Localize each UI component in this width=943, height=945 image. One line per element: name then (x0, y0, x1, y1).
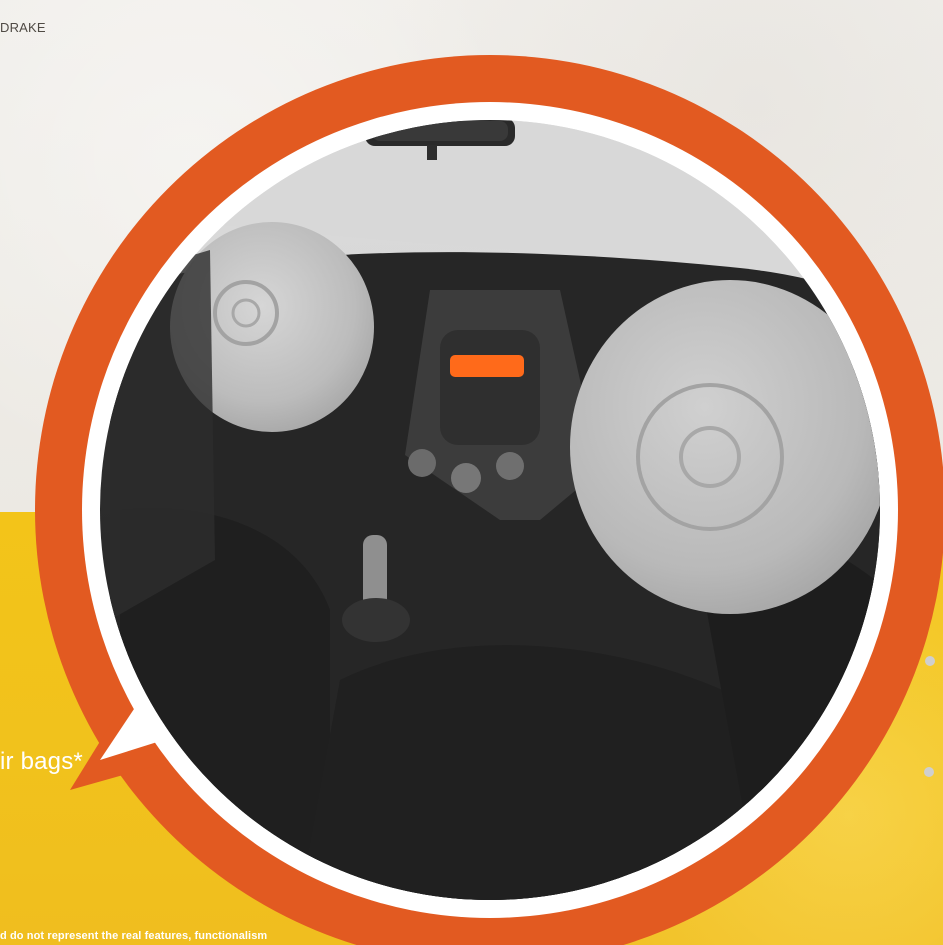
disclaimer-text: d do not represent the real features, fu… (0, 930, 268, 942)
airbags-feature-label: ir bags* (0, 748, 83, 775)
bullet-dot-2 (924, 767, 934, 777)
top-background (0, 0, 943, 520)
bottom-background (0, 512, 943, 945)
bullet-dot-1 (925, 656, 935, 666)
brake-label: DRAKE (0, 20, 46, 35)
